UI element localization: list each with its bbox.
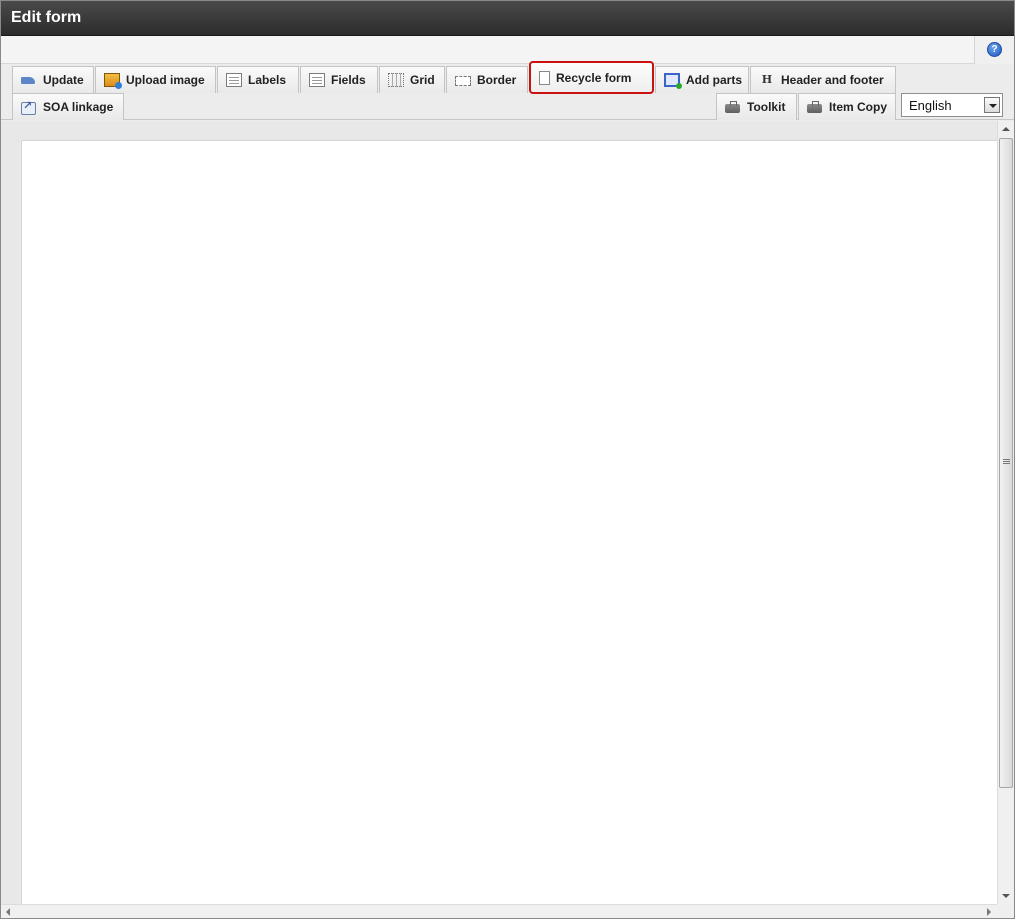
vertical-scroll-thumb[interactable] xyxy=(999,138,1013,788)
update-label: Update xyxy=(43,73,84,87)
grid-button[interactable]: Grid xyxy=(379,66,445,93)
header-footer-button[interactable]: H Header and footer xyxy=(750,66,896,93)
window-title: Edit form xyxy=(11,9,82,26)
toolkit-icon xyxy=(725,100,741,114)
toolbar: Update Upload image Labels Fields Grid B… xyxy=(1,61,1014,120)
vertical-scrollbar[interactable] xyxy=(997,121,1014,904)
recycle-form-button[interactable]: Recycle form xyxy=(529,61,654,94)
recycle-form-icon xyxy=(536,68,550,85)
help-button[interactable]: ? xyxy=(974,36,1014,64)
grid-icon xyxy=(388,73,404,87)
fields-button[interactable]: Fields xyxy=(300,66,378,93)
add-parts-label: Add parts xyxy=(686,73,743,87)
toolkit-button[interactable]: Toolkit xyxy=(716,93,797,120)
scroll-right-icon[interactable] xyxy=(983,905,997,918)
upload-image-icon xyxy=(104,73,122,89)
scroll-up-icon[interactable] xyxy=(998,121,1014,138)
update-icon xyxy=(21,73,37,87)
labels-label: Labels xyxy=(248,73,287,87)
toolkit-label: Toolkit xyxy=(747,100,786,114)
border-label: Border xyxy=(477,73,517,87)
soa-linkage-icon xyxy=(21,99,37,115)
fields-label: Fields xyxy=(331,73,366,87)
add-parts-button[interactable]: Add parts xyxy=(655,66,749,93)
border-icon xyxy=(455,76,471,86)
chevron-down-icon[interactable] xyxy=(984,97,1000,113)
scrollbar-corner xyxy=(997,904,1014,918)
add-parts-icon xyxy=(664,73,682,89)
scroll-left-icon[interactable] xyxy=(1,905,15,918)
edit-form-window: Edit form ? Update Upload image Labels F… xyxy=(0,0,1015,919)
grid-label: Grid xyxy=(410,73,435,87)
title-bar: Edit form xyxy=(1,1,1014,36)
upload-image-label: Upload image xyxy=(126,73,205,87)
labels-button[interactable]: Labels xyxy=(217,66,299,93)
help-bar: ? xyxy=(1,36,1014,64)
horizontal-scrollbar[interactable] xyxy=(1,904,997,918)
upload-image-button[interactable]: Upload image xyxy=(95,66,216,93)
form-canvas[interactable] xyxy=(21,140,998,904)
soa-linkage-button[interactable]: SOA linkage xyxy=(12,93,124,120)
form-workspace xyxy=(1,121,1014,904)
header-footer-label: Header and footer xyxy=(781,73,884,87)
border-button[interactable]: Border xyxy=(446,66,528,93)
language-select[interactable]: English xyxy=(901,93,1003,117)
header-footer-icon: H xyxy=(761,73,773,86)
item-copy-button[interactable]: Item Copy xyxy=(798,93,896,120)
soa-linkage-label: SOA linkage xyxy=(43,100,114,114)
item-copy-label: Item Copy xyxy=(829,100,888,114)
recycle-form-label: Recycle form xyxy=(556,70,632,85)
language-value: English xyxy=(909,98,952,113)
item-copy-icon xyxy=(807,100,823,114)
update-button[interactable]: Update xyxy=(12,66,94,93)
scroll-down-icon[interactable] xyxy=(998,887,1014,904)
fields-icon xyxy=(309,73,325,87)
labels-icon xyxy=(226,73,242,87)
help-icon: ? xyxy=(987,42,1002,57)
